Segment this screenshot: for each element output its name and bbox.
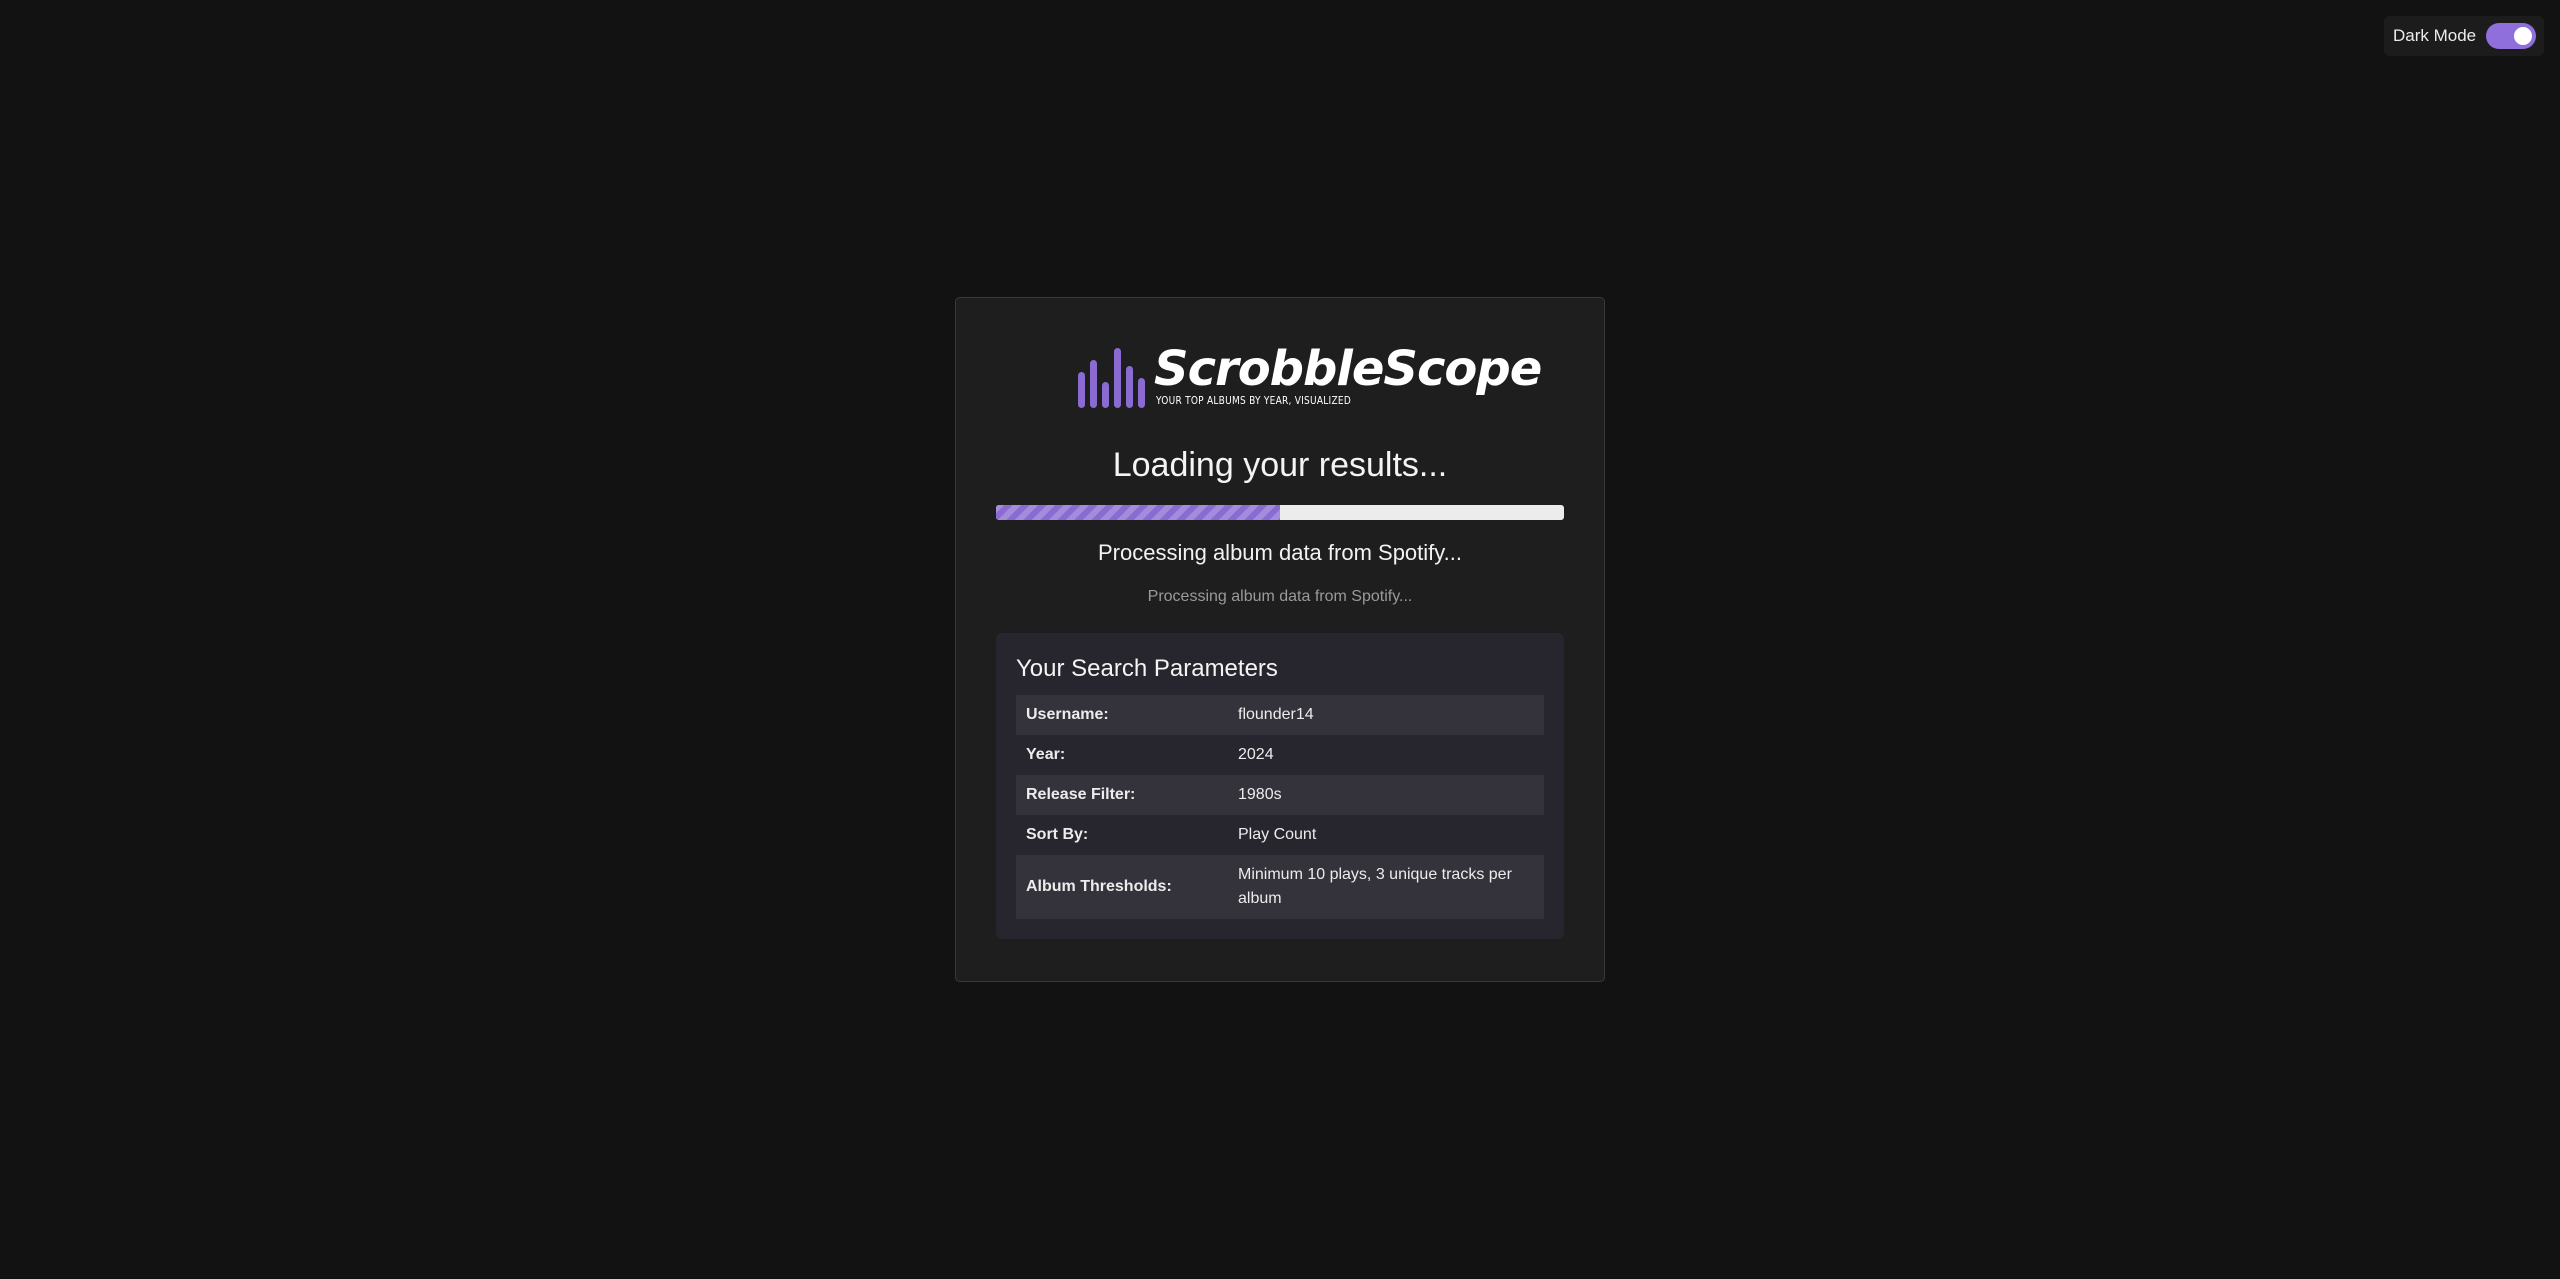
- param-value: 2024: [1238, 746, 1274, 763]
- param-key: Release Filter:: [1026, 786, 1136, 803]
- param-value: Minimum 10 plays, 3 unique tracks per al…: [1238, 866, 1512, 907]
- status-detail: Processing album data from Spotify...: [1147, 588, 1413, 605]
- progress-bar: [996, 505, 1564, 520]
- param-row-release-filter: Release Filter: 1980s: [1016, 775, 1544, 815]
- dark-mode-label: Dark Mode: [2393, 26, 2477, 45]
- param-row-username: Username: flounder14: [1016, 695, 1544, 735]
- param-value: Play Count: [1238, 826, 1317, 843]
- equalizer-bars-icon: [1078, 348, 1145, 408]
- loading-title: Loading your results...: [1112, 446, 1448, 484]
- switch-knob: [2514, 27, 2532, 45]
- param-row-sort-by: Sort By: Play Count: [1016, 815, 1544, 855]
- param-row-album-thresholds: Album Thresholds: Minimum 10 plays, 3 un…: [1016, 855, 1544, 919]
- param-value: flounder14: [1238, 706, 1314, 723]
- dark-mode-switch[interactable]: [2486, 23, 2536, 49]
- param-key: Sort By:: [1026, 826, 1089, 843]
- dark-mode-toggle-container: Dark Mode: [2384, 16, 2544, 56]
- param-key: Album Thresholds:: [1026, 878, 1172, 895]
- search-parameters-table: Username: flounder14 Year: 2024 Release …: [1016, 695, 1544, 919]
- logo-wordmark: ScrobbleScope: [1154, 341, 1542, 397]
- param-key: Year:: [1026, 746, 1066, 763]
- search-parameters-title: Your Search Parameters: [1016, 655, 1278, 682]
- app-logo: ScrobbleScope YOUR TOP ALBUMS BY YEAR, V…: [1078, 341, 1542, 412]
- param-key: Username:: [1026, 706, 1109, 723]
- logo-tagline: YOUR TOP ALBUMS BY YEAR, VISUALIZED: [1156, 394, 1352, 407]
- search-parameters-panel: Your Search Parameters Username: flounde…: [996, 633, 1564, 939]
- status-message: Processing album data from Spotify...: [1098, 540, 1462, 565]
- progress-bar-fill: [996, 505, 1280, 520]
- param-row-year: Year: 2024: [1016, 735, 1544, 775]
- param-value: 1980s: [1238, 786, 1282, 803]
- loading-card: ScrobbleScope YOUR TOP ALBUMS BY YEAR, V…: [955, 297, 1605, 982]
